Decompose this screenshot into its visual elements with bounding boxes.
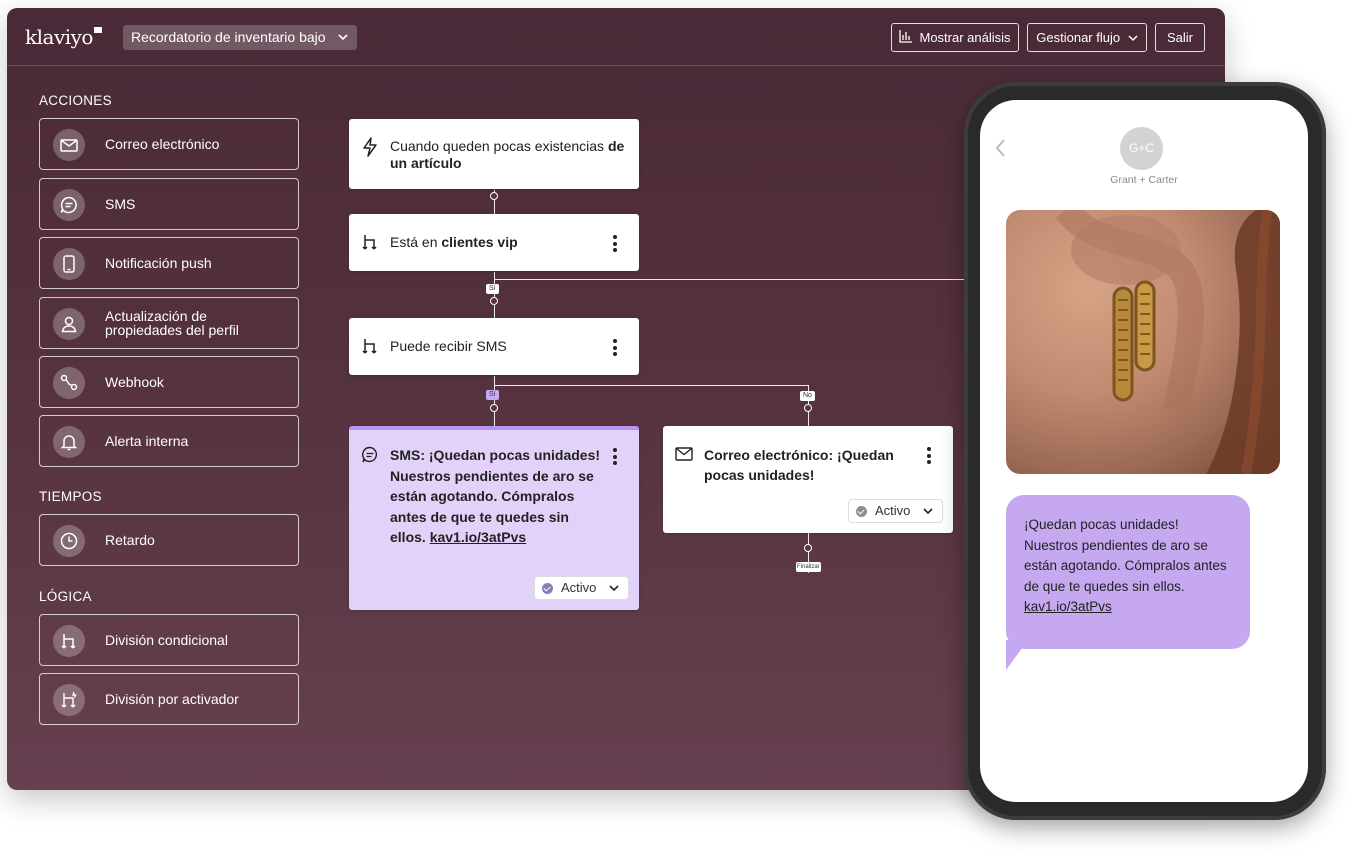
sms-link[interactable]: kav1.io/3atPvs [430,529,527,545]
logic-heading: LÓGICA [39,589,92,604]
trigger-split-icon [61,691,77,708]
more-options-icon[interactable] [613,339,617,359]
clock-icon [60,532,78,550]
connector-node [804,544,812,552]
flow-selector-dropdown[interactable]: Recordatorio de inventario bajo [123,25,357,50]
yes-label: Sí [486,284,499,294]
show-analytics-button[interactable]: Mostrar análisis [891,23,1019,52]
klaviyo-logo: klaviyo [25,25,102,49]
email-status-dropdown[interactable]: Activo [848,499,943,523]
bar-chart-icon [899,25,913,52]
bell-icon [60,435,78,451]
chevron-down-icon [922,500,934,529]
actions-heading: ACCIONES [39,93,112,108]
exit-button[interactable]: Salir [1155,23,1205,52]
marketing-composite: klaviyo Recordatorio de inventario bajo … [0,0,1366,856]
action-email[interactable]: Correo electrónico [39,118,299,170]
action-internal-alert[interactable]: Alerta interna [39,415,299,467]
timing-heading: TIEMPOS [39,489,102,504]
check-circle-icon [856,506,867,517]
sms-icon [60,196,77,214]
email-action-node[interactable]: Correo electrónico: ¡Quedan pocas unidad… [663,426,953,533]
more-options-icon[interactable] [927,447,931,467]
action-webhook[interactable]: Webhook [39,356,299,408]
mail-icon [60,139,78,152]
chevron-down-icon [608,577,620,606]
yes-label: Sí [486,390,499,400]
connector-node [490,192,498,200]
more-options-icon[interactable] [613,448,617,468]
manage-flow-button[interactable]: Gestionar flujo [1027,23,1147,52]
connector-node [490,404,498,412]
logic-trigger-split[interactable]: División por activador [39,673,299,725]
back-arrow-icon[interactable] [994,138,1006,163]
condition-node-vip[interactable]: Está en clientes vip [349,214,639,271]
phone-screen: G+C Grant + Carter ¡Quedan pocas unidade… [980,100,1308,802]
lightning-icon [361,137,379,160]
top-bar: klaviyo Recordatorio de inventario bajo … [7,8,1225,66]
no-label: No [800,391,815,401]
more-options-icon[interactable] [613,235,617,255]
action-sms[interactable]: SMS [39,178,299,230]
sender-name: Grant + Carter [1110,174,1178,186]
connector-node [490,297,498,305]
sms-message-bubble: ¡Quedan pocas unidades! Nuestros pendien… [1006,495,1250,649]
check-circle-icon [542,583,553,594]
chevron-down-icon [337,25,349,58]
split-icon [61,634,76,649]
message-link[interactable]: kav1.io/3atPvs [1024,599,1112,614]
webhook-icon [60,374,78,391]
sms-action-node[interactable]: SMS: ¡Quedan pocas unidades! Nuestros pe… [349,426,639,610]
timing-delay[interactable]: Retardo [39,514,299,566]
end-label: Finalizar [796,562,821,572]
split-icon [361,337,379,358]
trigger-node[interactable]: Cuando queden pocas existencias de un art… [349,119,639,189]
phone-mockup: G+C Grant + Carter ¡Quedan pocas unidade… [964,82,1326,820]
split-icon [361,233,379,254]
sender-avatar: G+C [1120,127,1163,170]
sms-icon [361,446,379,467]
connector [494,376,495,426]
chevron-down-icon [1128,25,1138,52]
action-push-notification[interactable]: Notificación push [39,237,299,289]
branch-line-no [494,279,964,280]
condition-node-sms[interactable]: Puede recibir SMS [349,318,639,375]
action-update-profile[interactable]: Actualización de propiedades del perfil [39,297,299,349]
phone-icon [63,255,75,273]
earring-product-image [1006,210,1280,474]
user-icon [61,316,77,333]
mail-icon [675,446,693,465]
bubble-tail [1006,640,1028,670]
logic-conditional-split[interactable]: División condicional [39,614,299,666]
branch-line [494,385,809,386]
connector-node [804,404,812,412]
flow-selector-label: Recordatorio de inventario bajo [131,29,326,45]
sms-status-dropdown[interactable]: Activo [534,576,629,600]
